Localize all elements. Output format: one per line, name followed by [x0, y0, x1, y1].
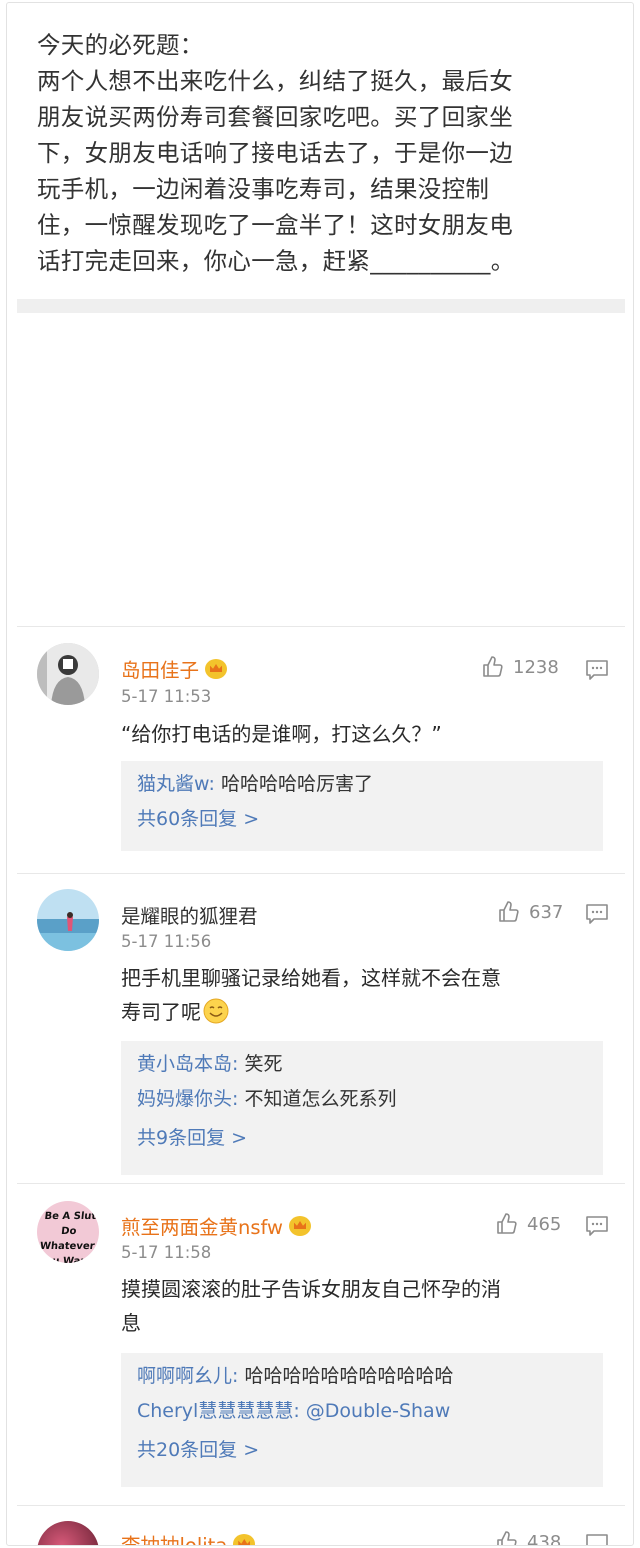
- post-line: 住，一惊醒发现吃了一盒半了！这时女朋友电: [37, 211, 513, 239]
- avatar-slogan: Be A Slut Do Whatever You Want: [37, 1209, 99, 1263]
- like-count: 465: [527, 1213, 562, 1235]
- avatar-slogan-line: Do Whatever: [39, 1226, 96, 1252]
- reply-row[interactable]: 啊啊啊幺儿: 哈哈哈哈哈哈哈哈哈哈哈: [137, 1359, 587, 1394]
- avatar-photo: [37, 643, 99, 705]
- reply-text: 不知道怎么死系列: [238, 1088, 397, 1110]
- commenter-name-text[interactable]: 李抽抽lolita: [121, 1534, 227, 1545]
- reply-user[interactable]: 猫丸酱w:: [137, 773, 215, 795]
- crown-badge-icon: [289, 1216, 311, 1236]
- commenter-name-text[interactable]: 煎至两面金黄nsfw: [121, 1216, 283, 1239]
- comment-time: 5-17 11:58: [121, 1243, 212, 1262]
- reply-text: 哈哈哈哈哈哈哈哈哈哈哈: [238, 1365, 454, 1387]
- thumbs-up-icon: [497, 1531, 517, 1545]
- like-count: 438: [527, 1531, 562, 1546]
- weibo-screenshot: 今天的必死题： 两个人想不出来吃什么，纠结了挺久，最后女 朋友说买两份寿司套餐回…: [6, 2, 634, 1546]
- reply-row[interactable]: 黄小岛本岛: 笑死: [137, 1047, 587, 1082]
- thumbs-up-icon: [499, 901, 519, 922]
- commenter-name[interactable]: 是耀眼的狐狸君: [121, 900, 258, 929]
- like-count: 1238: [513, 656, 559, 678]
- comment-reply-icon[interactable]: [585, 1215, 609, 1237]
- avatar[interactable]: [37, 643, 99, 705]
- comment-reply-icon[interactable]: [585, 903, 609, 925]
- like-count: 637: [529, 901, 564, 923]
- reply-user[interactable]: Cheryl慧慧慧慧慧:: [137, 1400, 300, 1422]
- avatar-photo: [37, 889, 99, 951]
- commenter-name-text[interactable]: 岛田佳子: [121, 659, 199, 682]
- comment-time: 5-17 11:53: [121, 687, 212, 706]
- reply-box[interactable]: 啊啊啊幺儿: 哈哈哈哈哈哈哈哈哈哈哈 Cheryl慧慧慧慧慧: @Double-…: [121, 1353, 603, 1487]
- more-replies-link[interactable]: 共60条回复 >: [137, 802, 587, 837]
- post-line: 下，女朋友电话响了接电话去了，于是你一边: [37, 139, 513, 167]
- reply-row[interactable]: Cheryl慧慧慧慧慧: @Double-Shaw: [137, 1394, 587, 1429]
- commenter-name[interactable]: 李抽抽lolita: [121, 1529, 256, 1545]
- comment-text: 摸摸圆滚滚的肚子告诉女朋友自己怀孕的消 息: [121, 1272, 601, 1340]
- comment-divider: [17, 1183, 625, 1184]
- like-button[interactable]: 438: [495, 1530, 562, 1546]
- comment-text-tail: 寿司了呢: [121, 1000, 201, 1024]
- comment-time: 5-17 11:56: [121, 932, 212, 951]
- avatar[interactable]: [37, 889, 99, 951]
- comment-divider: [17, 873, 625, 874]
- like-button[interactable]: 637: [497, 900, 563, 924]
- more-replies-link[interactable]: 共9条回复 >: [137, 1121, 587, 1156]
- crown-badge-icon: [233, 1534, 256, 1545]
- reply-text: 笑死: [238, 1053, 283, 1075]
- thumbs-up-icon: [483, 656, 503, 677]
- post-body: 今天的必死题： 两个人想不出来吃什么，纠结了挺久，最后女 朋友说买两份寿司套餐回…: [37, 27, 607, 279]
- like-button[interactable]: 465: [495, 1212, 561, 1236]
- post-line: 今天的必死题：: [37, 31, 204, 59]
- avatar[interactable]: [37, 1521, 99, 1545]
- comment-text: “给你打电话的是谁啊，打这么久？”: [121, 717, 601, 751]
- avatar-slogan-line: Be A Slut: [43, 1211, 97, 1222]
- post-line: 两个人想不出来吃什么，纠结了挺久，最后女: [37, 67, 513, 95]
- thumbs-up-icon: [497, 1213, 517, 1234]
- reply-text[interactable]: @Double-Shaw: [300, 1400, 450, 1422]
- reply-text: 哈哈哈哈哈厉害了: [214, 773, 373, 795]
- post-line: 朋友说买两份寿司套餐回家吃吧。买了回家坐: [37, 103, 513, 131]
- reply-row[interactable]: 猫丸酱w: 哈哈哈哈哈厉害了: [137, 767, 587, 802]
- comment-divider: [17, 1505, 625, 1506]
- reply-user[interactable]: 妈妈爆你头:: [137, 1088, 238, 1110]
- commenter-name[interactable]: 煎至两面金黄nsfw: [121, 1211, 311, 1240]
- reply-box[interactable]: 黄小岛本岛: 笑死 妈妈爆你头: 不知道怎么死系列 共9条回复 >: [121, 1041, 603, 1175]
- crown-badge-icon: [205, 659, 228, 679]
- comment-reply-icon[interactable]: [585, 1533, 609, 1546]
- avatar-slogan-line: You Want: [38, 1256, 93, 1263]
- reply-user[interactable]: 黄小岛本岛:: [137, 1053, 238, 1075]
- comment-text-line: “给你打电话的是谁啊，打这么久？”: [121, 722, 442, 746]
- smile-emoji-icon: [203, 998, 229, 1024]
- comment-text: 把手机里聊骚记录给她看，这样就不会在意 寿司了呢: [121, 961, 601, 1029]
- avatar[interactable]: Be A Slut Do Whatever You Want: [37, 1201, 99, 1263]
- like-button[interactable]: 1238: [481, 655, 559, 679]
- comment-text-line: 息: [121, 1311, 141, 1335]
- comment-text-line: 摸摸圆滚滚的肚子告诉女朋友自己怀孕的消: [121, 1277, 501, 1301]
- comment-text-line: 把手机里聊骚记录给她看，这样就不会在意: [121, 966, 501, 990]
- commenter-name[interactable]: 岛田佳子: [121, 654, 228, 683]
- reply-box[interactable]: 猫丸酱w: 哈哈哈哈哈厉害了 共60条回复 >: [121, 761, 603, 851]
- reply-user[interactable]: 啊啊啊幺儿:: [137, 1365, 238, 1387]
- comment-text-line: 寿司了呢: [121, 995, 601, 1029]
- more-replies-link[interactable]: 共20条回复 >: [137, 1433, 587, 1468]
- post-line: 玩手机，一边闲着没事吃寿司，结果没控制: [37, 175, 490, 203]
- comment-divider: [17, 626, 625, 627]
- post-line: 话打完走回来，你心一急，赶紧__________。: [37, 247, 515, 275]
- comment-reply-icon[interactable]: [585, 659, 609, 681]
- section-divider: [17, 299, 625, 313]
- reply-row[interactable]: 妈妈爆你头: 不知道怎么死系列: [137, 1082, 587, 1117]
